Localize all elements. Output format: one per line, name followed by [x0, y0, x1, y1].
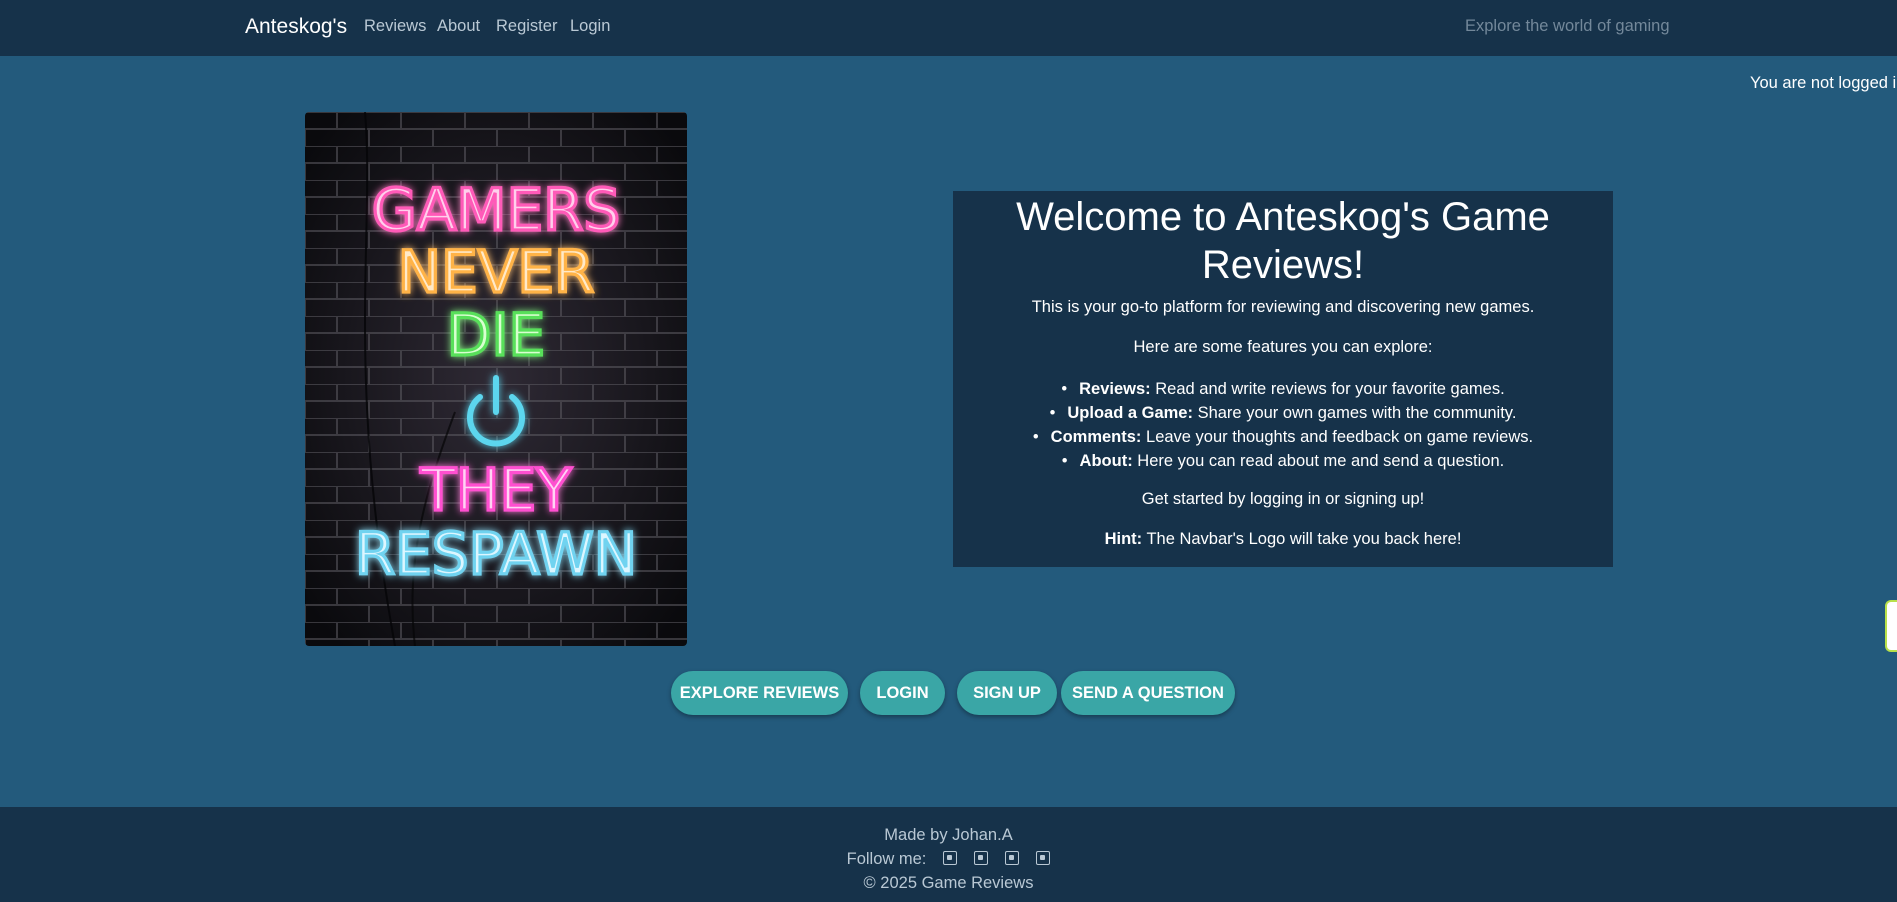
- poster-text-never: NEVER: [398, 238, 595, 306]
- feature-text: Read and write reviews for your favorite…: [1155, 380, 1505, 398]
- feature-name: Comments:: [1050, 428, 1142, 446]
- poster-text-die: DIE: [447, 301, 545, 369]
- feature-name: Reviews:: [1079, 380, 1151, 398]
- navbar-brand-logo[interactable]: Anteskog's: [245, 15, 347, 39]
- features-list: Reviews: Read and write reviews for your…: [953, 377, 1613, 473]
- youtube-icon[interactable]: [1036, 851, 1051, 865]
- login-button[interactable]: Login: [860, 671, 945, 715]
- poster-text-they: THEY: [419, 456, 572, 524]
- hint-text: Hint: The Navbar's Logo will take you ba…: [953, 529, 1613, 549]
- feature-name: About:: [1079, 452, 1133, 470]
- feature-item-reviews: Reviews: Read and write reviews for your…: [953, 377, 1613, 401]
- footer-follow-label: Follow me:: [846, 850, 927, 868]
- explore-reviews-button[interactable]: Explore Reviews: [671, 671, 848, 715]
- edge-widget[interactable]: [1885, 600, 1897, 652]
- feature-text: Here you can read about me and send a qu…: [1137, 452, 1505, 470]
- nav-link-register[interactable]: Register: [496, 17, 557, 36]
- twitter-icon[interactable]: [974, 851, 989, 865]
- login-status-text: You are not logged in: [1750, 74, 1897, 92]
- features-intro: Here are some features you can explore:: [1133, 338, 1433, 356]
- instagram-icon[interactable]: [1005, 851, 1020, 865]
- get-started-text: Get started by logging in or signing up!: [1141, 490, 1425, 508]
- hint-label: Hint:: [1104, 530, 1143, 548]
- facebook-icon[interactable]: [943, 851, 958, 865]
- feature-item-about: About: Here you can read about me and se…: [953, 449, 1613, 473]
- hint-body: The Navbar's Logo will take you back her…: [1146, 530, 1462, 548]
- nav-link-reviews[interactable]: Reviews: [364, 17, 426, 36]
- poster-text-respawn: RESPAWN: [355, 520, 637, 588]
- footer-copyright: © 2025 Game Reviews: [863, 874, 1034, 892]
- footer-made-by: Made by Johan.A: [884, 826, 1013, 844]
- feature-text: Share your own games with the community.: [1197, 404, 1517, 422]
- feature-item-upload: Upload a Game: Share your own games with…: [953, 401, 1613, 425]
- feature-name: Upload a Game:: [1067, 404, 1193, 422]
- nav-link-login[interactable]: Login: [570, 17, 610, 36]
- poster-text-gamers: GAMERS: [372, 176, 620, 244]
- welcome-panel: Welcome to Anteskog's Game Reviews! This…: [953, 191, 1613, 567]
- navbar-tagline: Explore the world of gaming: [1465, 17, 1670, 35]
- welcome-title: Welcome to Anteskog's Game Reviews!: [1016, 195, 1550, 287]
- feature-text: Leave your thoughts and feedback on game…: [1146, 428, 1534, 446]
- hero-poster-image: GAMERS NEVER DIE THEY RESPAWN: [305, 112, 687, 646]
- feature-item-comments: Comments: Leave your thoughts and feedba…: [953, 425, 1613, 449]
- footer-follow-row: Follow me:: [0, 850, 1897, 869]
- navbar: Anteskog's Reviews About Register Login …: [0, 0, 1897, 56]
- footer: Made by Johan.A Follow me: © 2025 Game R…: [0, 807, 1897, 902]
- send-question-button[interactable]: Send a Question: [1061, 671, 1235, 715]
- welcome-intro: This is your go-to platform for reviewin…: [1031, 298, 1535, 316]
- nav-link-about[interactable]: About: [437, 17, 480, 36]
- sign-up-button[interactable]: Sign Up: [957, 671, 1057, 715]
